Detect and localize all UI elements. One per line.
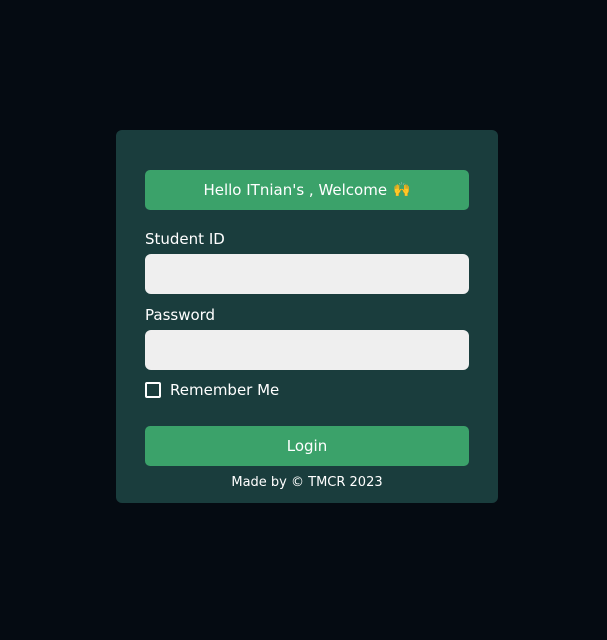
footer-credit: Made by © TMCR 2023	[231, 475, 383, 490]
raising-hands-icon: 🙌	[393, 182, 411, 198]
password-input[interactable]	[145, 330, 469, 370]
welcome-text: Hello ITnian's , Welcome	[203, 181, 388, 199]
student-id-label: Student ID	[145, 230, 225, 248]
welcome-banner: Hello ITnian's , Welcome 🙌	[145, 170, 469, 210]
login-page: Hello ITnian's , Welcome 🙌 Student ID Pa…	[0, 0, 607, 640]
remember-me-checkbox[interactable]	[145, 382, 161, 398]
remember-me-row[interactable]: Remember Me	[145, 381, 279, 399]
student-id-input[interactable]	[145, 254, 469, 294]
login-card: Hello ITnian's , Welcome 🙌 Student ID Pa…	[116, 130, 498, 503]
password-label: Password	[145, 306, 216, 324]
login-button[interactable]: Login	[145, 426, 469, 466]
remember-me-label: Remember Me	[170, 381, 280, 399]
